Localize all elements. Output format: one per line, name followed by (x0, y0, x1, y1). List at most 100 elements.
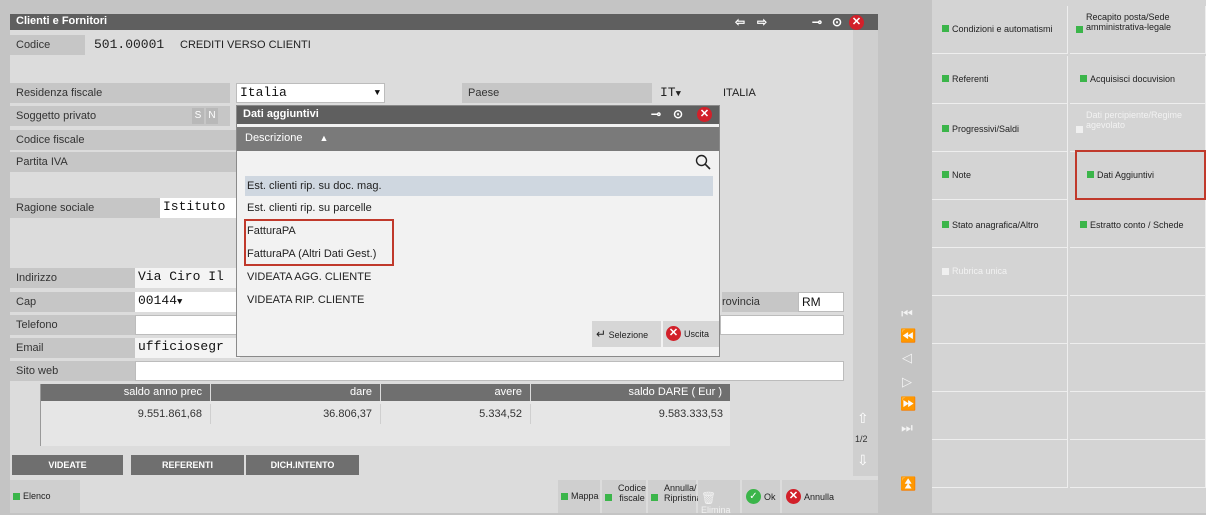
referenti-button[interactable]: REFERENTI (131, 455, 244, 475)
green-square-icon (605, 494, 612, 501)
pin-icon[interactable]: ⊸ (651, 107, 661, 121)
rp-empty (932, 392, 1068, 440)
green-square-icon (942, 221, 949, 229)
rp-progressivi[interactable]: Progressivi/Saldi (932, 104, 1068, 152)
rp-empty (1070, 440, 1206, 488)
green-square-icon (1087, 171, 1094, 179)
rp-empty (1070, 296, 1206, 344)
paese-value: IT (660, 85, 676, 100)
codfisc-label: Codice fiscale (10, 130, 236, 150)
rp-label: Dati Aggiuntivi (1097, 170, 1155, 180)
prev-arrow-icon[interactable]: ⇦ (732, 15, 748, 29)
close-icon[interactable]: ✕ (849, 15, 864, 30)
dialog-column-header[interactable]: Descrizione ▲ (237, 127, 719, 151)
saldi-table: saldo anno prec dare avere saldo DARE ( … (40, 384, 731, 446)
dich-intento-button[interactable]: DICH.INTENTO (246, 455, 359, 475)
green-square-icon (13, 493, 20, 501)
selezione-button[interactable]: ↵ Selezione (592, 321, 661, 347)
telefono-input[interactable] (135, 315, 240, 335)
list-item[interactable]: Est. clienti rip. su doc. mag. (245, 176, 713, 196)
rp-empty (932, 344, 1068, 392)
codice-fiscale-button[interactable]: Codice fiscale (602, 480, 646, 513)
prev-icon[interactable]: ◁ (900, 350, 914, 366)
prev-fast-icon[interactable]: ⏪ (900, 328, 916, 344)
rp-empty (1070, 248, 1206, 296)
rp-stato-anagrafica[interactable]: Stato anagrafica/Altro (932, 200, 1068, 248)
annulla-button[interactable]: ✕ Annulla (782, 480, 878, 513)
indirizzo-label: Indirizzo (10, 268, 135, 288)
enter-icon: ↵ (596, 327, 607, 341)
rp-dati-aggiuntivi[interactable]: Dati Aggiuntivi (1075, 150, 1206, 200)
close-icon[interactable]: ✕ (697, 107, 712, 122)
next-arrow-icon[interactable]: ⇨ (754, 15, 770, 29)
rp-note[interactable]: Note (932, 152, 1068, 200)
pin-icon[interactable]: ⊸ (809, 15, 825, 29)
telefono-input-2[interactable] (720, 315, 844, 335)
residenza-label: Residenza fiscale (10, 83, 230, 103)
green-square-icon (942, 75, 949, 83)
rp-rubrica-unica[interactable]: Rubrica unica (932, 248, 1068, 296)
rp-label: Note (952, 170, 972, 180)
paese-label: Paese (462, 83, 652, 103)
rp-referenti[interactable]: Referenti (932, 56, 1068, 104)
green-square-icon (561, 493, 568, 501)
page-up-icon[interactable]: ⇧ (857, 410, 869, 427)
table-header: saldo anno prec (41, 384, 211, 401)
page-down-icon[interactable]: ⇩ (857, 452, 869, 469)
residenza-value: Italia (240, 85, 287, 100)
rp-percipiente[interactable]: Dati percipiente/Regime agevolato (1070, 104, 1206, 152)
list-item[interactable]: FatturaPA (245, 221, 713, 241)
annulla-label: Annulla (804, 492, 835, 502)
list-item[interactable]: VIDEATA AGG. CLIENTE (245, 267, 713, 287)
paese-select[interactable]: IT▼ (660, 85, 681, 100)
green-square-icon (942, 125, 949, 133)
green-square-icon (1076, 26, 1083, 33)
ragione-input[interactable]: Istituto (160, 198, 240, 218)
elenco-button[interactable]: Elenco (10, 480, 80, 513)
rp-docuvision[interactable]: Acquisisci docuvision (1070, 56, 1206, 104)
scroll-top-icon[interactable]: ⏫ (900, 476, 916, 492)
rp-condizioni[interactable]: Condizioni e automatismi (932, 6, 1068, 54)
codice-value[interactable]: 501.00001 (94, 37, 164, 52)
indirizzo-input[interactable]: Via Ciro Il (135, 268, 240, 288)
rp-recapito[interactable]: Recapito posta/Sede amministrativa-legal… (1070, 6, 1206, 54)
record-icon[interactable]: ⊙ (829, 15, 845, 29)
annulla-ripristina-label-2: Ripristina (664, 493, 702, 503)
dialog-title: Dati aggiuntivi (243, 108, 319, 120)
list-item[interactable]: Est. clienti rip. su parcelle (245, 198, 713, 218)
elimina-button[interactable]: 🗑 Elimina (698, 480, 740, 515)
ok-label: Ok (764, 492, 776, 502)
table-cell: 36.806,37 (211, 404, 381, 424)
email-label: Email (10, 338, 135, 358)
last-page-icon[interactable]: ⏭ (900, 420, 914, 436)
rp-label: Stato anagrafica/Altro (952, 220, 1039, 230)
paese-desc: ITALIA (723, 87, 756, 99)
rp-label: Acquisisci docuvision (1090, 74, 1176, 84)
list-item[interactable]: VIDEATA RIP. CLIENTE (245, 290, 713, 310)
uscita-button[interactable]: ✕ Uscita (663, 321, 719, 347)
list-item[interactable]: FatturaPA (Altri Dati Gest.) (245, 244, 713, 264)
soggetto-s-toggle[interactable]: S (192, 108, 204, 124)
rp-empty (1070, 344, 1206, 392)
sitoweb-input[interactable] (135, 361, 844, 381)
provincia-input[interactable]: RM (798, 292, 844, 312)
email-input[interactable]: ufficiosegr (135, 338, 240, 358)
videate-button[interactable]: VIDEATE (12, 455, 123, 475)
annulla-ripristina-label-1: Annulla/ (664, 483, 697, 493)
rp-estratto-conto[interactable]: Estratto conto / Schede (1070, 200, 1206, 248)
close-icon: ✕ (666, 326, 681, 341)
record-icon[interactable]: ⊙ (673, 107, 683, 121)
ok-button[interactable]: ✓ Ok (742, 480, 780, 513)
residenza-select[interactable]: Italia ▼ (236, 83, 385, 103)
chevron-down-icon: ▼ (177, 297, 183, 307)
annulla-ripristina-button[interactable]: Annulla/ Ripristina (648, 480, 702, 513)
rp-empty (932, 296, 1068, 344)
mappa-button[interactable]: Mappa (558, 480, 600, 513)
first-page-icon[interactable]: ⏮ (900, 306, 914, 322)
soggetto-n-toggle[interactable]: N (206, 108, 218, 124)
next-icon[interactable]: ▷ (900, 374, 914, 390)
cap-select[interactable]: 00144▼ (135, 292, 240, 312)
next-fast-icon[interactable]: ⏩ (900, 396, 916, 412)
sitoweb-label: Sito web (10, 361, 135, 381)
search-icon[interactable] (695, 154, 711, 173)
